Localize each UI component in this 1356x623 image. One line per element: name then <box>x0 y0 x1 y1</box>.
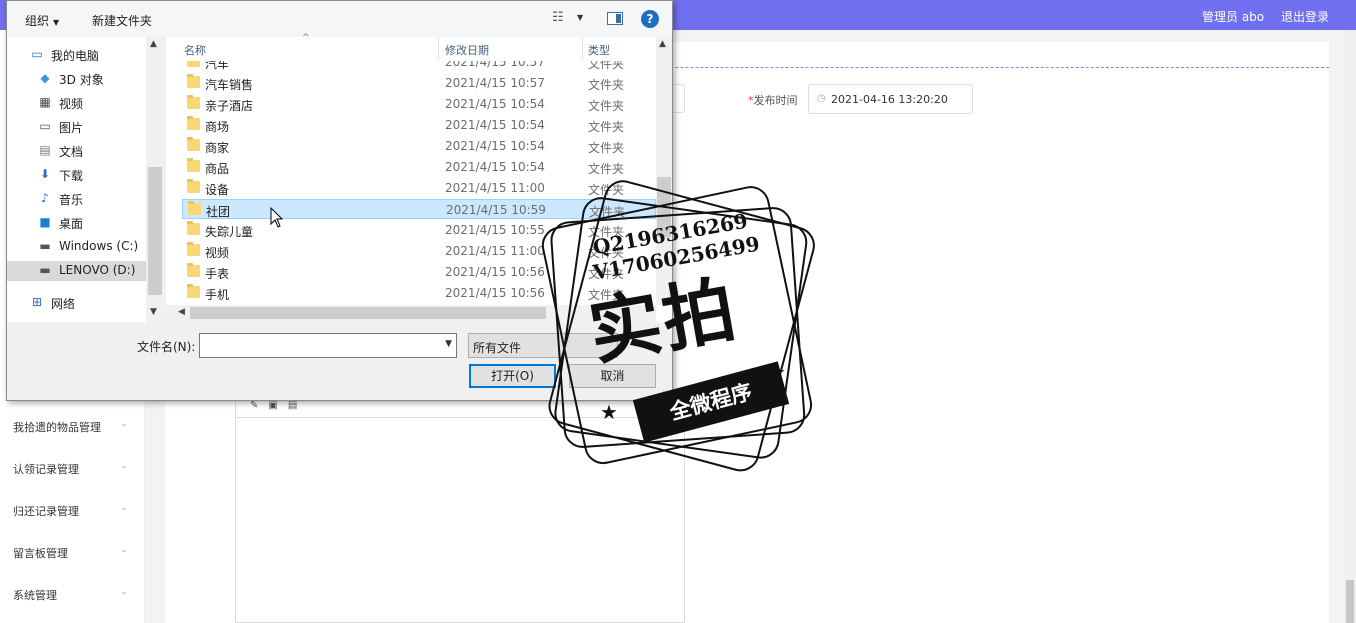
navigation-pane: ▭ 我的电脑 ◆ 3D 对象 ▦ 视频 ▭ 图片 ▤ 文档 ⬇ 下载 ♪ 音乐 ■ 桌面 ▬ Wi… <box>7 37 146 322</box>
desktop-icon: ■ <box>39 215 51 229</box>
view-options-icon[interactable]: ☷ <box>552 10 564 25</box>
chevron-up-icon[interactable]: ▲ <box>150 39 157 49</box>
chevron-down-icon: ⌄ <box>120 461 128 471</box>
column-header-type[interactable]: 类型 <box>588 42 610 58</box>
nav-item-downloads[interactable]: ⬇ 下载 <box>37 165 144 185</box>
sidebar-item-message-board[interactable]: 留言板管理 ⌄ <box>13 545 128 561</box>
download-icon: ⬇ <box>39 167 51 181</box>
chevron-down-icon: ⌄ <box>120 503 128 513</box>
folder-icon <box>187 74 200 88</box>
nav-item-this-pc[interactable]: ▭ 我的电脑 <box>29 45 144 65</box>
help-icon[interactable]: ? <box>641 10 659 28</box>
publish-time-label: *发布时间 <box>748 94 798 107</box>
logout-link[interactable]: 退出登录 <box>1281 8 1329 25</box>
folder-icon <box>187 158 200 172</box>
computer-icon: ▭ <box>31 47 43 61</box>
clock-icon: ◷ <box>817 93 826 104</box>
sidebar-item-found-items[interactable]: 我拾遗的物品管理 ⌄ <box>13 419 128 435</box>
sidebar-item-label: 归还记录管理 <box>13 505 79 518</box>
nav-item-pictures[interactable]: ▭ 图片 <box>37 117 144 137</box>
new-folder-button[interactable]: 新建文件夹 <box>92 12 152 29</box>
watermark-stamp: Q2196316269 V17060256499 实拍 全微程序 ★ ★ <box>528 180 828 480</box>
list-item[interactable]: 汽车销售 2021/4/15 10:57 文件夹 <box>182 73 656 93</box>
column-divider[interactable] <box>438 37 439 61</box>
nav-item-3d-objects[interactable]: ◆ 3D 对象 <box>37 69 144 89</box>
folder-icon <box>187 95 200 109</box>
filename-label: 文件名(N): <box>137 340 196 354</box>
drive-icon: ▬ <box>39 239 51 253</box>
sidebar-item-system[interactable]: 系统管理 ⌄ <box>13 587 128 603</box>
music-icon: ♪ <box>41 191 49 205</box>
list-item[interactable]: 亲子酒店 2021/4/15 10:54 文件夹 <box>182 94 656 114</box>
nav-item-drive-d[interactable]: ▬ LENOVO (D:) <box>7 261 146 281</box>
chevron-down-icon[interactable]: ▼ <box>150 307 157 317</box>
document-icon: ▤ <box>39 143 51 157</box>
dialog-toolbar: 组织 ▼ 新建文件夹 ☷ ▼ ? <box>7 1 672 37</box>
list-item[interactable]: 商家 2021/4/15 10:54 文件夹 <box>182 136 656 156</box>
column-header-name[interactable]: 名称 <box>184 42 206 58</box>
navigation-scrollbar[interactable]: ▲ ▼ <box>147 37 163 322</box>
nav-item-desktop[interactable]: ■ 桌面 <box>37 213 144 233</box>
picture-icon: ▭ <box>39 119 51 133</box>
sidebar-item-return-records[interactable]: 归还记录管理 ⌄ <box>13 503 128 519</box>
page-scrollbar[interactable] <box>1344 30 1356 623</box>
organize-button[interactable]: 组织 ▼ <box>25 12 59 29</box>
drive-icon: ▬ <box>39 263 51 277</box>
sidebar-item-label: 系统管理 <box>13 589 57 602</box>
current-user-label: 管理员 abo <box>1202 10 1265 24</box>
nav-item-network[interactable]: ⊞ 网络 <box>29 293 144 313</box>
sidebar-item-claim-records[interactable]: 认领记录管理 ⌄ <box>13 461 128 477</box>
sidebar-item-label: 我拾遗的物品管理 <box>13 421 101 434</box>
publish-time-value: 2021-04-16 13:20:20 <box>831 93 948 106</box>
chevron-down-icon[interactable]: ▼ <box>577 13 583 22</box>
image-icon[interactable]: ▣ <box>268 400 277 411</box>
publish-time-input[interactable]: ◷ 2021-04-16 13:20:20 <box>808 84 973 114</box>
sidebar-item-label: 留言板管理 <box>13 547 68 560</box>
folder-icon <box>187 242 200 256</box>
nav-item-drive-c[interactable]: ▬ Windows (C:) <box>37 237 144 257</box>
video-icon: ▦ <box>39 95 51 109</box>
filename-input[interactable]: ▼ <box>199 333 457 358</box>
folder-icon <box>187 284 200 298</box>
nav-item-documents[interactable]: ▤ 文档 <box>37 141 144 161</box>
scrollbar-thumb[interactable] <box>148 167 162 295</box>
list-item[interactable]: 商品 2021/4/15 10:54 文件夹 <box>182 157 656 177</box>
chevron-left-icon[interactable]: ◀ <box>178 307 185 317</box>
save-icon[interactable]: ▤ <box>288 400 297 411</box>
star-icon: ★ <box>768 360 786 384</box>
sort-ascending-icon: ^ <box>302 33 310 43</box>
scrollbar-thumb[interactable] <box>190 307 546 319</box>
folder-icon <box>187 137 200 151</box>
3d-objects-icon: ◆ <box>40 71 50 85</box>
sidebar-item-label: 认领记录管理 <box>13 463 79 476</box>
mouse-cursor-icon <box>270 207 284 228</box>
chevron-up-icon[interactable]: ▲ <box>659 39 666 49</box>
nav-item-music[interactable]: ♪ 音乐 <box>37 189 144 209</box>
folder-icon <box>187 116 200 130</box>
list-item[interactable]: 汽车 2021/4/15 10:57 文件夹 <box>182 61 656 72</box>
preview-pane-icon[interactable] <box>607 12 623 25</box>
link-icon[interactable]: ✎ <box>250 400 258 411</box>
chevron-down-icon: ⌄ <box>120 545 128 555</box>
folder-icon <box>187 179 200 193</box>
list-item[interactable]: 商场 2021/4/15 10:54 文件夹 <box>182 115 656 135</box>
chevron-down-icon: ⌄ <box>120 419 128 429</box>
column-header-modified[interactable]: 修改日期 <box>445 42 489 58</box>
folder-icon <box>187 221 200 235</box>
folder-icon <box>187 61 200 67</box>
nav-item-videos[interactable]: ▦ 视频 <box>37 93 144 113</box>
network-icon: ⊞ <box>31 295 43 309</box>
folder-icon <box>188 201 201 215</box>
scrollbar-thumb[interactable] <box>1346 580 1354 623</box>
star-icon: ★ <box>600 400 618 424</box>
chevron-down-icon[interactable]: ▼ <box>445 339 452 349</box>
folder-icon <box>187 263 200 277</box>
column-divider[interactable] <box>582 37 583 61</box>
chevron-down-icon: ⌄ <box>120 587 128 597</box>
